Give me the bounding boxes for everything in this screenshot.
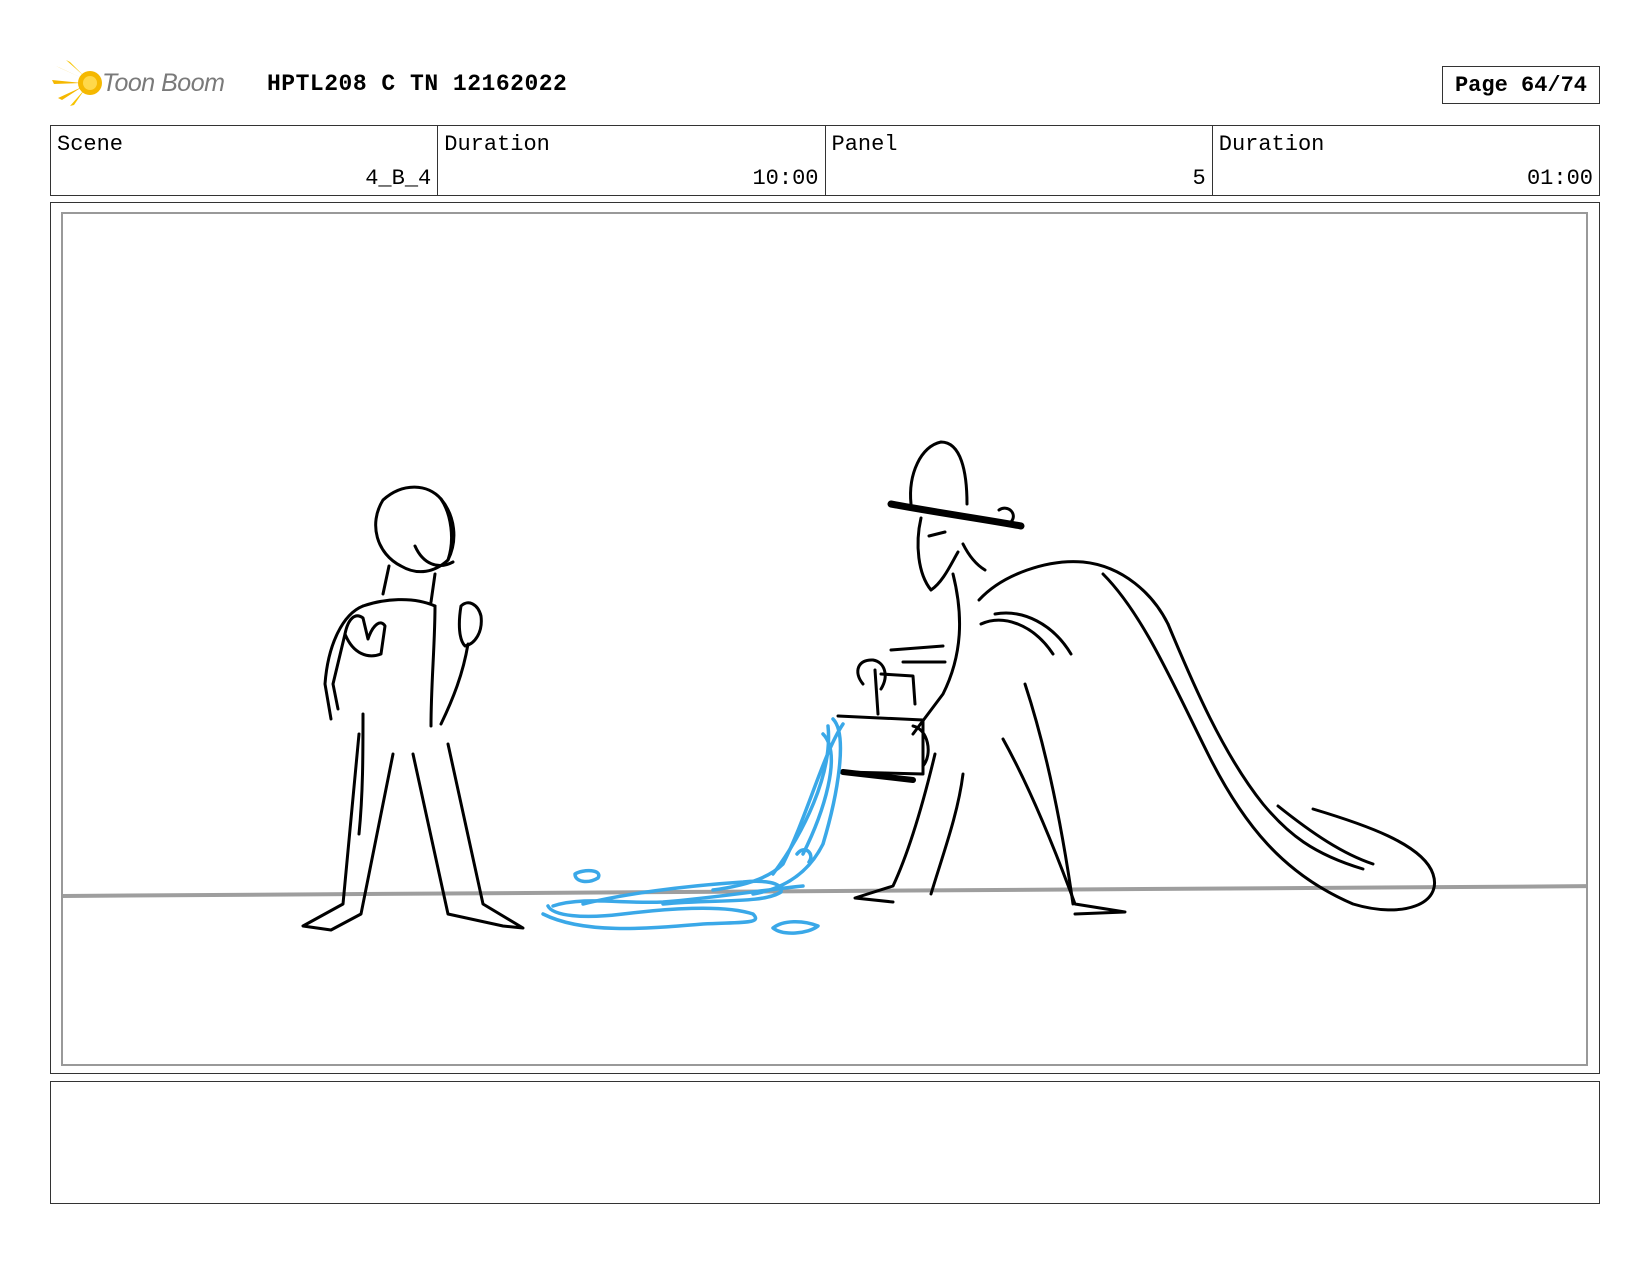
water-splash-sketch (541, 717, 845, 935)
scene-info-table: Scene 4_B_4 Duration 10:00 Panel 5 Durat… (50, 125, 1600, 196)
project-title: HPTL208 C TN 12162022 (267, 71, 568, 97)
panel-cell: Panel 5 (826, 126, 1213, 195)
panel-duration-value: 01:00 (1526, 166, 1593, 191)
page-header: Toon Boom HPTL208 C TN 12162022 Page 64/… (52, 58, 1602, 108)
panel-artwork (61, 212, 1588, 1066)
scene-cell: Scene 4_B_4 (51, 126, 439, 195)
toon-boom-logo: Toon Boom (52, 58, 252, 108)
logo-text: Toon Boom (102, 68, 225, 97)
scene-duration-cell: Duration 10:00 (438, 126, 826, 195)
starburst-icon (52, 60, 102, 106)
caption-box (50, 1081, 1600, 1204)
scene-label: Scene (57, 132, 124, 157)
scene-value: 4_B_4 (365, 166, 432, 191)
page-number: Page 64/74 (1442, 66, 1600, 104)
ground-line (63, 884, 1586, 898)
panel-duration-label: Duration (1218, 132, 1325, 157)
panel-duration-cell: Duration 01:00 (1213, 126, 1599, 195)
panel-value: 5 (1192, 166, 1206, 191)
standing-character-sketch (301, 485, 525, 932)
storyboard-panel (50, 202, 1600, 1074)
sketch-drawing (63, 440, 1586, 935)
scene-duration-label: Duration (444, 132, 550, 157)
scene-duration-value: 10:00 (752, 166, 819, 191)
panel-label: Panel (831, 132, 898, 157)
crouching-character-sketch (836, 440, 1436, 916)
